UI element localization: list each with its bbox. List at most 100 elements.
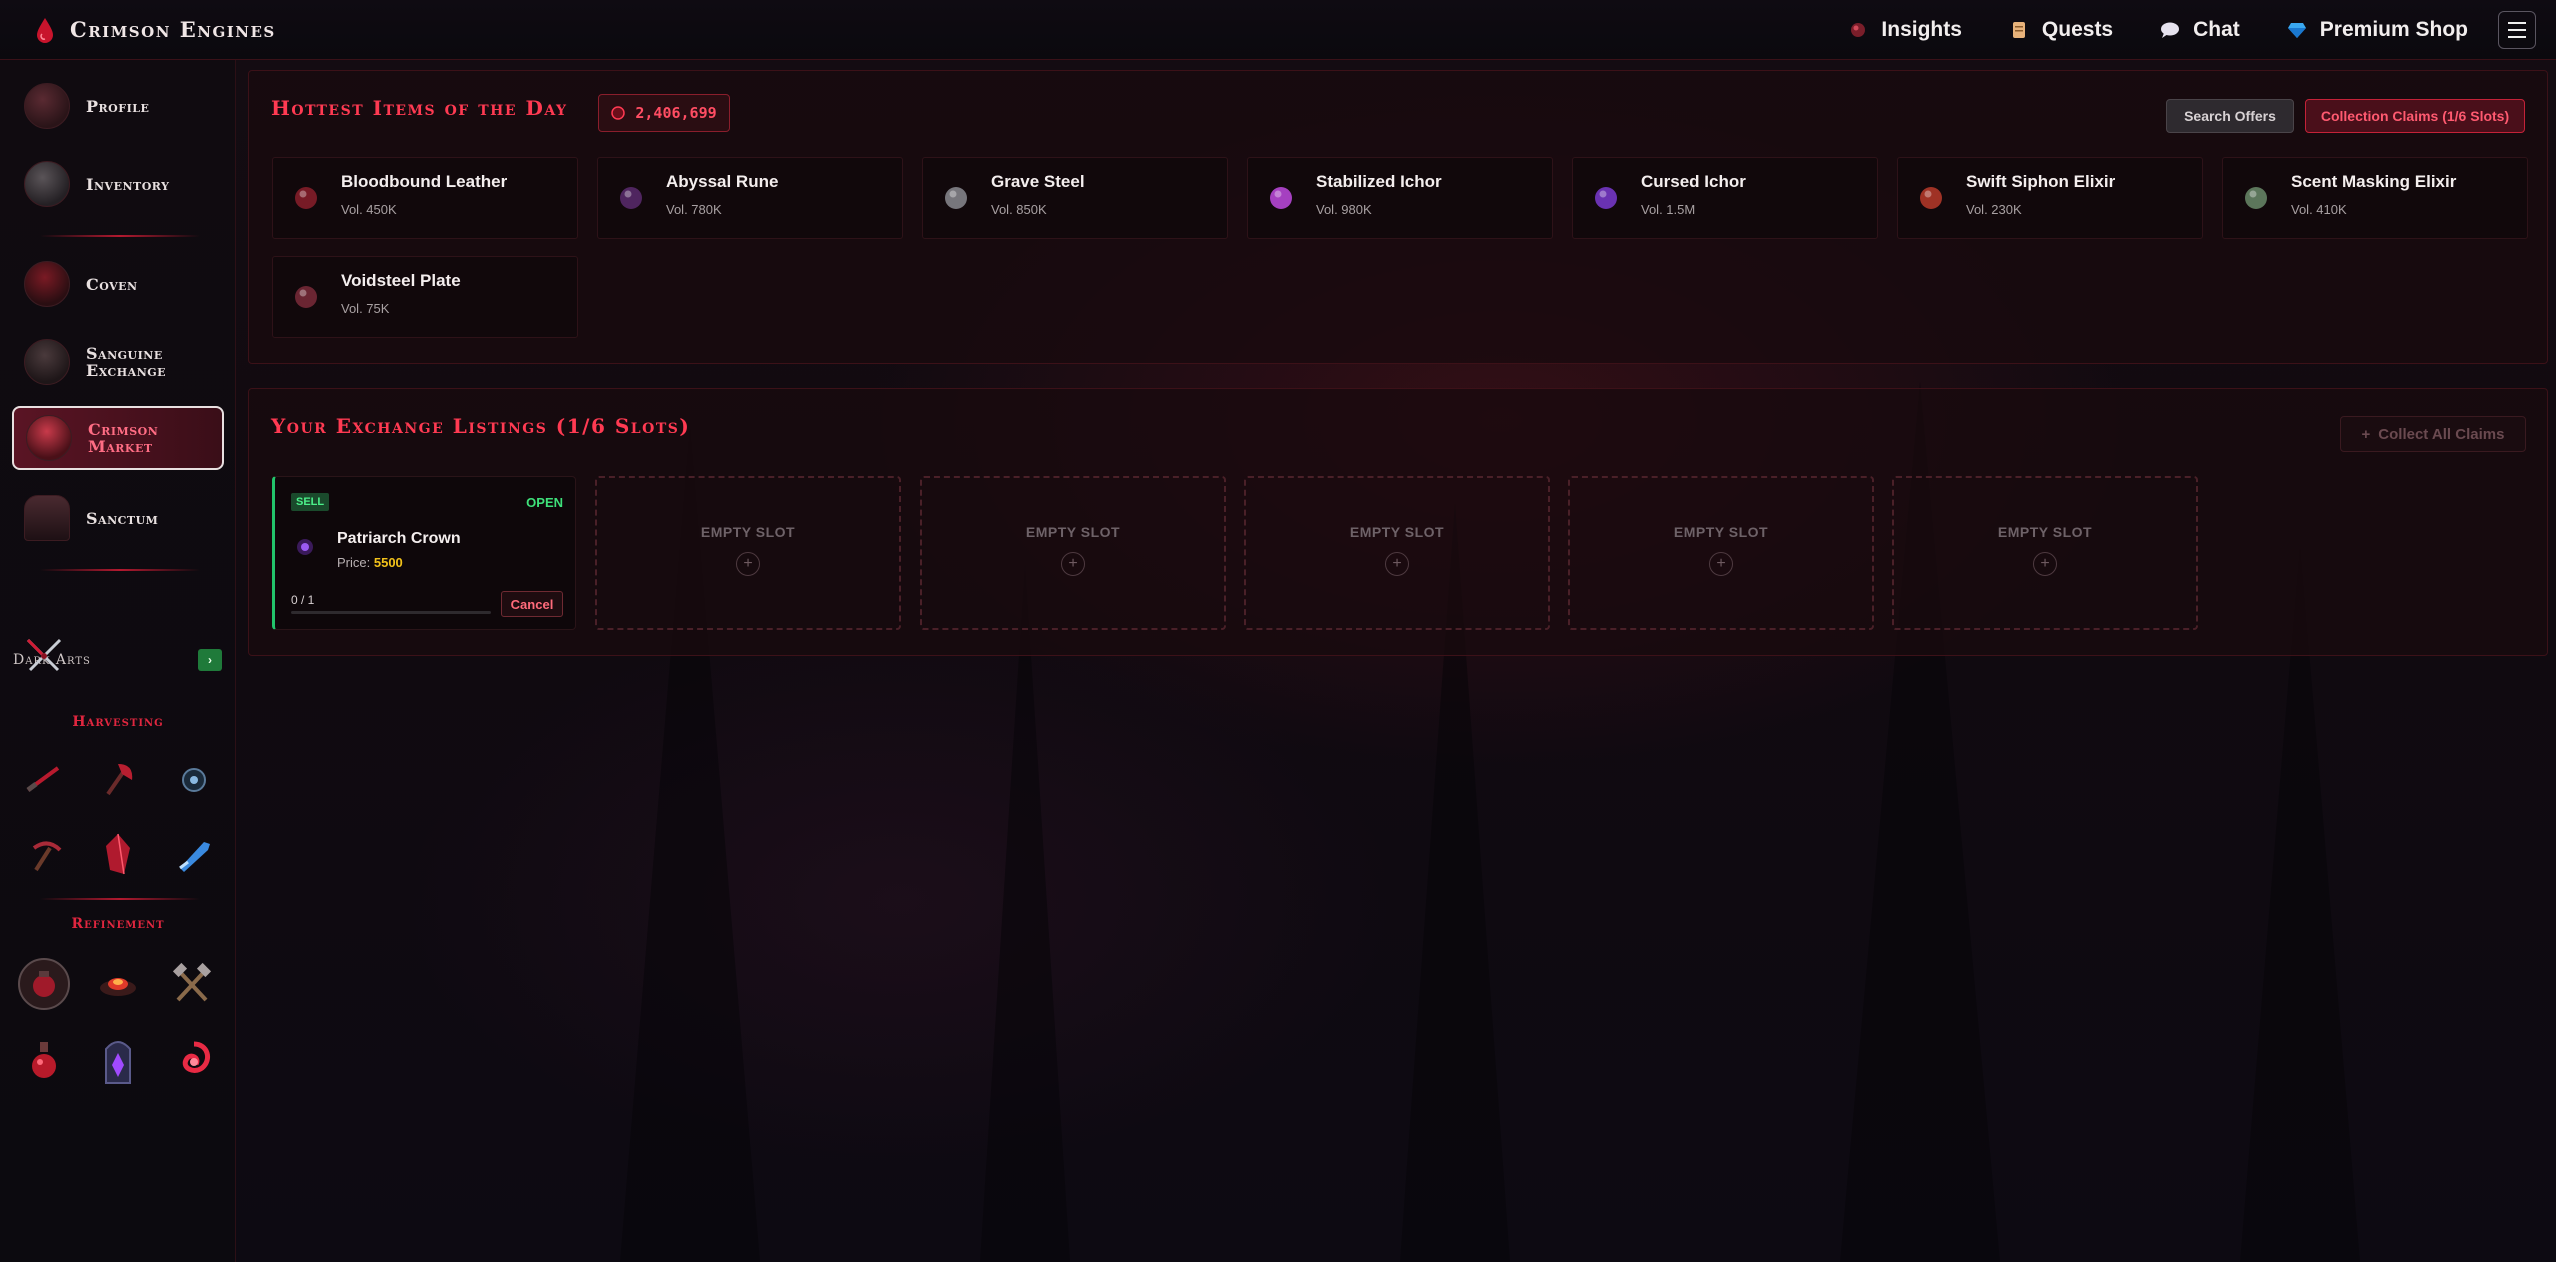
diamond-icon — [2286, 19, 2308, 41]
listing-price: Price: 5500 — [337, 555, 403, 570]
hot-item-volume: Vol. 850K — [991, 201, 1047, 217]
blood-coin-icon — [611, 106, 626, 120]
empty-slot-label: EMPTY SLOT — [1997, 524, 2093, 540]
gold-balance: 2,406,699 — [598, 94, 730, 132]
collection-claims-button[interactable]: Collection Claims (1/6 Slots) — [2305, 99, 2525, 133]
sidebar-item-label: Sanctum — [86, 508, 159, 528]
sidebar-item-label: Coven — [86, 274, 138, 294]
hot-item-name: Bloodbound Leather — [341, 171, 508, 191]
forge-icon[interactable] — [94, 960, 142, 1008]
hot-item-card[interactable]: Stabilized Ichor Vol. 980K — [1247, 157, 1553, 239]
crystal-shard-icon[interactable] — [94, 830, 142, 878]
hot-item-card[interactable]: Swift Siphon Elixir Vol. 230K — [1897, 157, 2203, 239]
hottest-items-title: Hottest Items of the Day — [271, 96, 568, 120]
crossed-hammers-icon[interactable] — [168, 960, 216, 1008]
sidebar-divider — [40, 898, 200, 900]
hot-item-name: Swift Siphon Elixir — [1966, 171, 2116, 191]
nav-insights[interactable]: Insights — [1847, 18, 1962, 42]
sidebar-item-sanguine-exchange[interactable]: Sanguine Exchange — [12, 330, 224, 394]
potion-flask-icon[interactable] — [20, 1036, 68, 1084]
hot-item-card[interactable]: Abyssal Rune Vol. 780K — [597, 157, 903, 239]
sidebar-item-crimson-market[interactable]: Crimson Market — [12, 406, 224, 470]
plus-icon[interactable]: + — [1709, 552, 1733, 576]
rune-tablet-icon[interactable] — [94, 1036, 142, 1084]
hot-item-volume: Vol. 450K — [341, 201, 397, 217]
empty-slot[interactable]: EMPTY SLOT + — [920, 476, 1226, 630]
hot-item-name: Voidsteel Plate — [341, 270, 461, 290]
hot-item-volume: Vol. 780K — [666, 201, 722, 217]
sidebar-item-inventory[interactable]: Inventory — [12, 152, 224, 216]
refinement-heading: Refinement — [71, 916, 165, 932]
nav-premium-shop-label: Premium Shop — [2319, 17, 2468, 41]
hot-item-card[interactable]: Voidsteel Plate Vol. 75K — [272, 256, 578, 338]
nav-chat[interactable]: Chat — [2159, 18, 2240, 42]
empty-slot[interactable]: EMPTY SLOT + — [1568, 476, 1874, 630]
listing-card[interactable]: SELL OPEN Patriarch Crown Price: 5500 0 … — [272, 476, 576, 630]
violet-crystal-icon — [1262, 179, 1300, 217]
scales-icon — [24, 339, 70, 385]
nav-insights-label: Insights — [1881, 17, 1962, 41]
axe-icon[interactable] — [94, 754, 142, 802]
nav-quests[interactable]: Quests — [2008, 18, 2113, 42]
hot-item-name: Scent Masking Elixir — [2291, 171, 2457, 191]
hot-item-name: Cursed Ichor — [1641, 171, 1746, 191]
collect-all-claims-button[interactable]: + Collect All Claims — [2340, 416, 2526, 452]
inventory-emblem-icon — [24, 161, 70, 207]
sidebar: Profile Inventory Coven Sanguine Exchang… — [0, 60, 236, 1262]
exchange-listings-title: Your Exchange Listings (1/6 Slots) — [271, 414, 691, 438]
plus-icon[interactable]: + — [1385, 552, 1409, 576]
rune-orb-icon — [612, 179, 650, 217]
cauldron-icon[interactable] — [16, 956, 72, 1012]
hot-item-volume: Vol. 1.5M — [1641, 201, 1696, 217]
steel-shard-icon — [937, 179, 975, 217]
empty-slot-label: EMPTY SLOT — [1349, 524, 1445, 540]
green-elixir-icon — [2237, 179, 2275, 217]
blood-drop-icon — [37, 17, 53, 43]
sanctum-door-icon — [24, 495, 70, 541]
app-title: Crimson Engines — [70, 17, 276, 42]
orb-net-icon[interactable] — [170, 754, 218, 802]
collect-all-claims-label: Collect All Claims — [2378, 425, 2505, 443]
empty-slot[interactable]: EMPTY SLOT + — [1244, 476, 1550, 630]
hot-item-card[interactable]: Bloodbound Leather Vol. 450K — [272, 157, 578, 239]
listing-quantity: 0 / 1 — [291, 593, 315, 607]
listing-status: OPEN — [526, 495, 563, 510]
plus-icon[interactable]: + — [1061, 552, 1085, 576]
search-offers-button[interactable]: Search Offers — [2166, 99, 2294, 133]
gold-amount: 2,406,699 — [635, 104, 717, 122]
top-bar: Crimson Engines Insights Quests Chat Pre… — [0, 0, 2556, 60]
top-nav: Insights Quests Chat Premium Shop — [1801, 10, 2536, 49]
hot-item-card[interactable]: Scent Masking Elixir Vol. 410K — [2222, 157, 2528, 239]
sidebar-item-label: Crimson Market — [88, 420, 159, 456]
empty-slot[interactable]: EMPTY SLOT + — [1892, 476, 2198, 630]
scroll-icon — [2008, 19, 2030, 41]
plus-icon[interactable]: + — [2033, 552, 2057, 576]
cancel-listing-button[interactable]: Cancel — [501, 591, 563, 617]
plus-icon[interactable]: + — [736, 552, 760, 576]
hot-item-card[interactable]: Grave Steel Vol. 850K — [922, 157, 1228, 239]
ice-blade-icon[interactable] — [170, 830, 218, 878]
pickaxe-icon[interactable] — [20, 830, 68, 878]
crossed-daggers-icon[interactable] — [20, 632, 68, 680]
empty-slot-label: EMPTY SLOT — [700, 524, 796, 540]
blood-vortex-icon[interactable] — [170, 1036, 218, 1084]
sidebar-item-coven[interactable]: Coven — [12, 252, 224, 316]
empty-slot-label: EMPTY SLOT — [1025, 524, 1121, 540]
dagger-icon[interactable] — [20, 754, 68, 802]
brand[interactable]: Crimson Engines — [34, 16, 276, 44]
market-cart-icon — [26, 415, 72, 461]
menu-icon[interactable] — [2498, 10, 2536, 49]
plate-icon — [287, 278, 325, 316]
dark-arts-expand-button[interactable]: › — [198, 649, 222, 671]
nav-quests-label: Quests — [2041, 17, 2114, 41]
nav-premium-shop[interactable]: Premium Shop — [2286, 18, 2468, 42]
hot-item-name: Stabilized Ichor — [1316, 171, 1442, 191]
sidebar-item-sanctum[interactable]: Sanctum — [12, 486, 224, 550]
listing-item-name: Patriarch Crown — [337, 530, 461, 547]
orb-icon — [1847, 19, 1869, 41]
hot-item-card[interactable]: Cursed Ichor Vol. 1.5M — [1572, 157, 1878, 239]
sidebar-divider — [40, 569, 200, 571]
hot-item-volume: Vol. 980K — [1316, 201, 1372, 217]
sidebar-item-profile[interactable]: Profile — [12, 74, 224, 138]
empty-slot[interactable]: EMPTY SLOT + — [595, 476, 901, 630]
